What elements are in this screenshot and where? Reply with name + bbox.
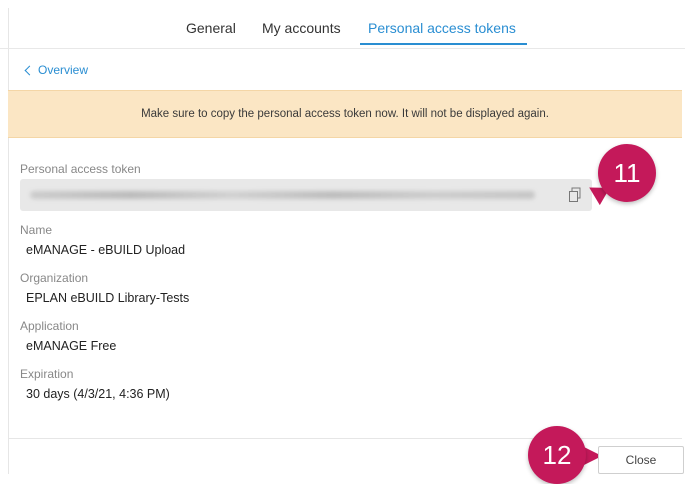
token-label: Personal access token	[20, 162, 141, 176]
token-value-blurred	[30, 191, 535, 199]
tab-bar: General My accounts Personal access toke…	[0, 0, 685, 49]
chevron-left-icon	[24, 65, 35, 75]
tab-my-accounts[interactable]: My accounts	[262, 20, 341, 36]
callout-11: 11	[598, 144, 656, 202]
copy-icon[interactable]	[568, 187, 582, 203]
application-value: eMANAGE Free	[26, 339, 117, 353]
overview-link-label: Overview	[38, 63, 89, 77]
warning-banner-text: Make sure to copy the personal access to…	[141, 108, 549, 120]
close-button[interactable]: Close	[598, 446, 684, 474]
callout-12: 12	[528, 426, 586, 484]
name-value: eMANAGE - eBUILD Upload	[26, 243, 186, 257]
page-frame	[8, 8, 683, 474]
organization-value: EPLAN eBUILD Library-Tests	[26, 291, 190, 305]
overview-link[interactable]: Overview	[24, 63, 88, 77]
application-label: Application	[20, 319, 79, 333]
organization-label: Organization	[20, 271, 89, 285]
warning-banner: Make sure to copy the personal access to…	[8, 90, 682, 138]
name-label: Name	[20, 223, 53, 237]
expiration-label: Expiration	[20, 367, 74, 381]
token-field[interactable]	[20, 179, 592, 211]
tab-personal-access-tokens[interactable]: Personal access tokens	[368, 20, 516, 36]
active-tab-indicator	[360, 43, 527, 45]
expiration-value: 30 days (4/3/21, 4:36 PM)	[26, 387, 170, 401]
tab-general[interactable]: General	[186, 20, 236, 36]
